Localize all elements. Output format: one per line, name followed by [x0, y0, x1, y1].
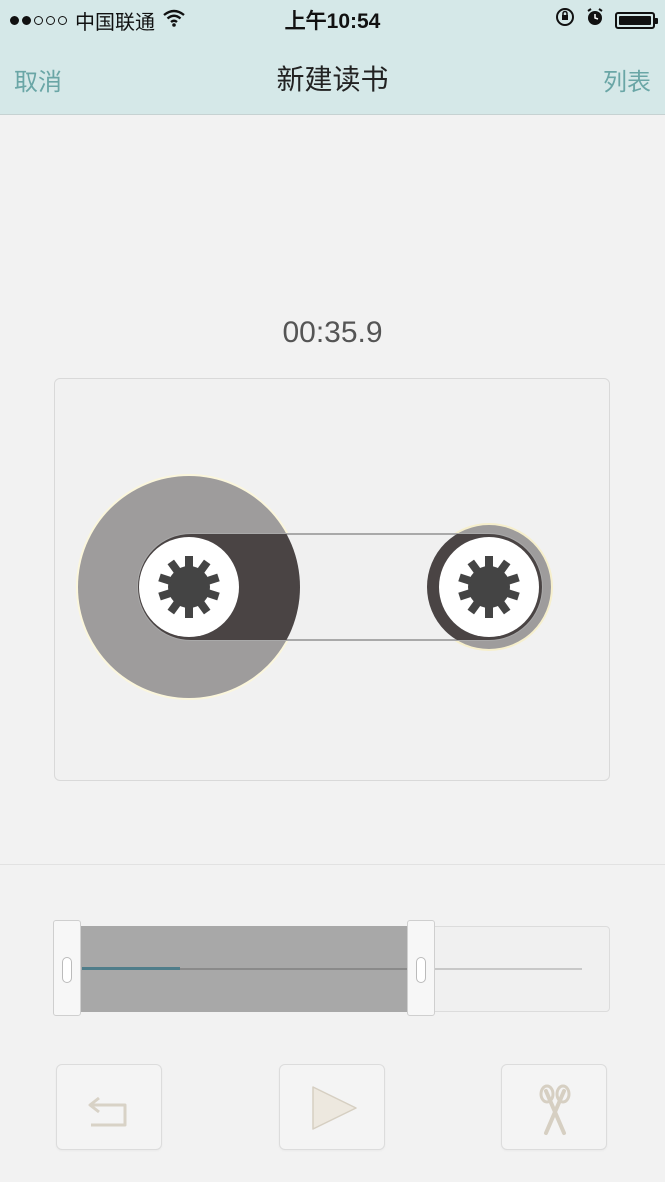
status-right: [555, 7, 658, 33]
elapsed-time: 00:35.9: [282, 316, 383, 349]
play-icon: [312, 1086, 357, 1130]
list-button[interactable]: 列表: [603, 62, 651, 97]
trim-start-handle[interactable]: [53, 920, 81, 1016]
alarm-icon: [585, 7, 605, 33]
playback-progress: [82, 967, 180, 970]
cut-button[interactable]: [501, 1064, 607, 1150]
undo-button[interactable]: [56, 1064, 162, 1150]
section-divider: [0, 864, 665, 865]
cassette-illustration: [54, 378, 610, 781]
undo-icon: [88, 1096, 127, 1127]
battery-icon: [615, 11, 658, 29]
grip-icon: [416, 957, 426, 983]
navigation-bar: 取消 新建读书 列表: [0, 36, 665, 115]
orientation-lock-icon: [555, 7, 575, 33]
grip-icon: [62, 957, 72, 983]
scissors-icon: [539, 1084, 571, 1135]
trim-end-handle[interactable]: [407, 920, 435, 1016]
status-bar: 中国联通 上午10:54: [0, 0, 665, 36]
page-title: 新建读书: [276, 64, 389, 95]
cassette-graphic: [76, 474, 553, 700]
play-button[interactable]: [279, 1064, 385, 1150]
